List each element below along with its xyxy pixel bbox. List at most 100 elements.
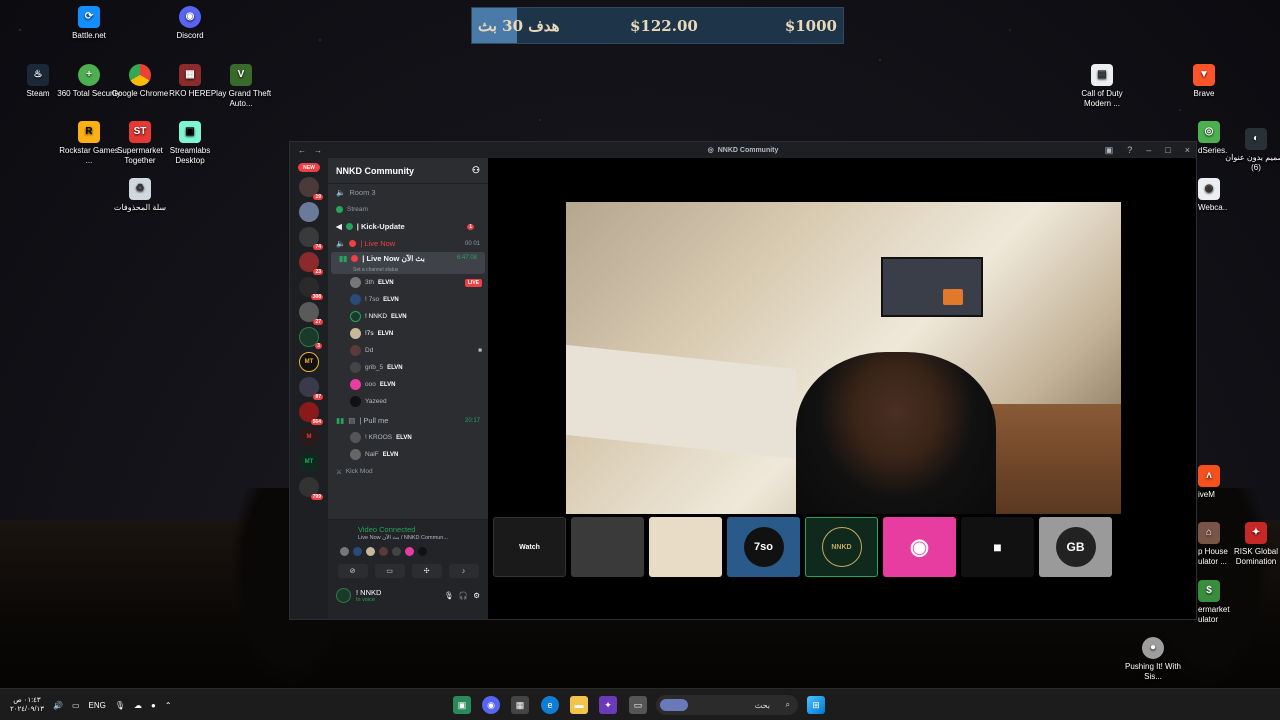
voice-user[interactable]: NaiF ELVN [328,446,488,463]
screen-share-button[interactable]: ▭ [374,564,405,578]
desktop-icon-dseries[interactable]: ◎ dSeries... [1198,121,1228,156]
microphone-icon[interactable]: 🎙 [115,701,125,710]
chevron-up-icon[interactable]: ⌃ [165,701,172,710]
participant-tile[interactable]: NNKD [805,517,878,577]
participant-tile[interactable]: GB [1039,517,1112,577]
desktop-icon-brave[interactable]: ▼ Brave [1172,64,1236,99]
minimize-icon[interactable]: – [1146,145,1151,156]
voice-user[interactable]: 3th ELVN LIVE [328,274,488,291]
soundboard-button[interactable]: ♪ [448,564,479,578]
help-icon[interactable]: ? [1127,145,1132,156]
participant-tile[interactable] [649,517,722,577]
server-icon[interactable]: 87 [299,377,323,400]
taskbar-streamlabs[interactable]: ▣ [453,696,471,714]
desktop-icon-recycle-bin[interactable]: ♻ سلة المحذوفات [108,178,172,213]
voice-user[interactable]: grib_5 ELVN [328,359,488,376]
avatar [405,547,414,556]
desktop-icon-pushing-it[interactable]: ● Pushing It! With Sis... [1121,637,1185,682]
close-icon[interactable]: × [1185,145,1190,156]
discord-icon: ◉ [909,534,930,559]
image-icon: ◐ [1245,128,1267,150]
taskbar-file-explorer[interactable]: ▬ [570,696,588,714]
forward-arrow-icon[interactable]: → [314,146,322,155]
desktop-icon-webcam[interactable]: ◉ Webca... [1198,178,1228,213]
participant-tile-watch[interactable]: Watch [493,517,566,577]
taskbar-discord[interactable]: ◉ [482,696,500,714]
channel-kick-update[interactable]: ◀ | Kick-Update 1 [328,218,488,235]
server-icon[interactable]: 799 [299,477,323,500]
network-icon[interactable]: ▭ [72,701,80,710]
channel-live-now[interactable]: 🔈 | Live Now 00 01 [328,235,488,252]
server-icon[interactable]: 564 [299,402,323,425]
voice-user[interactable]: Dd ■ [328,342,488,359]
back-arrow-icon[interactable]: ← [298,146,306,155]
taskbar-edge[interactable]: e [541,696,559,714]
speaker-icon: 🔈 [336,188,346,197]
server-icon[interactable]: 27 [299,302,323,325]
taskbar-store[interactable]: ▦ [511,696,529,714]
headphones-icon[interactable]: 🎧 [459,591,468,600]
new-badge: NEW [298,163,320,172]
camera-off-button[interactable]: ⊘ [337,564,368,578]
activities-button[interactable]: ✣ [411,564,442,578]
inbox-icon[interactable]: ▣ [1105,145,1114,156]
category-stream[interactable]: Stream [328,201,488,218]
taskbar-task-view[interactable]: ▭ [629,696,647,714]
voice-participants [328,541,488,556]
fivem-icon: ʌ [1198,465,1220,487]
voice-location[interactable]: Live Now بث الآن / NNKD Commun... [328,534,488,541]
server-icon[interactable] [299,202,319,222]
tray-app-icon[interactable]: ● [151,701,156,710]
status-dot-icon [351,254,359,262]
add-member-icon[interactable]: ⚇ [472,165,480,176]
guild-header[interactable]: NNKD Community ⚇ [328,158,488,184]
category-kick-mod[interactable]: ⚔ Kick Mod [328,463,488,480]
participant-tile[interactable]: ■ [961,517,1034,577]
desktop-icon-fivem[interactable]: ʌ iveM [1198,465,1228,500]
stream-video[interactable] [566,202,1121,514]
user-panel[interactable]: ! NNKD In voice 🎙 🎧 ⚙ [328,578,488,603]
participant-tile[interactable]: ◉ [883,517,956,577]
channel-room-3[interactable]: 🔈 Room 3 [328,184,488,201]
taskbar-search[interactable]: بحث ⌕ [656,695,798,715]
desktop-icon-cod[interactable]: ▤ Call of Duty Modern ... [1070,64,1134,109]
voice-user[interactable]: ! KROOS ELVN [328,429,488,446]
video-streamer [796,352,996,514]
desktop-icon-risk[interactable]: ✦ RISK Global Domination [1224,522,1280,567]
voice-user[interactable]: ! 7so ELVN [328,291,488,308]
clock[interactable]: ٠١:٤٣ ص ٢٠٢٤/٠٩/١٣ [10,696,44,714]
server-list: NEW 19 74 23 308 27 3 MT 87 564 M MT 799 [290,158,328,619]
language-indicator[interactable]: ENG [89,701,106,710]
participant-tile[interactable] [571,517,644,577]
voice-user[interactable]: Yazeed [328,393,488,410]
desktop-icon-supermarket-sim[interactable]: $ ermarket ulator [1198,580,1230,625]
desktop-icon-design[interactable]: ◐ تصميم بدون عنوان (6) [1224,128,1280,173]
video-tv [881,257,983,317]
volume-icon[interactable]: 🔊 [53,701,63,710]
onedrive-icon[interactable]: ☁ [134,701,142,710]
server-icon[interactable]: 74 [299,227,323,250]
server-icon[interactable]: M [299,427,319,447]
start-button[interactable]: ⊞ [807,696,825,714]
maximize-icon[interactable]: □ [1165,145,1170,156]
voice-user[interactable]: ! NNKD ELVN [328,308,488,325]
desktop-icon-discord[interactable]: ◉ Discord [158,6,222,41]
microphone-icon[interactable]: 🎙 [444,591,454,600]
server-icon[interactable]: 308 [299,277,323,300]
server-logo-icon: ◎ [707,147,714,154]
server-icon[interactable]: MT [299,452,319,472]
server-icon-nnkd[interactable]: 3 [299,327,322,349]
settings-gear-icon[interactable]: ⚙ [473,591,480,600]
channel-pull-me[interactable]: ▮▮ ▤ | Pull me 20:17 [328,412,488,429]
desktop-icon-streamlabs[interactable]: ▣ Streamlabs Desktop [158,121,222,166]
voice-user[interactable]: ooo ELVN [328,376,488,393]
voice-user[interactable]: !7s ELVN [328,325,488,342]
desktop-icon-gta[interactable]: V Play Grand Theft Auto... [209,64,273,109]
server-icon[interactable]: 19 [299,177,323,200]
server-icon[interactable]: 23 [299,252,323,275]
server-icon-mt[interactable]: MT [299,352,319,372]
channel-live-now-active[interactable]: ▮▮ | Live Now بث الآن 6:47:08 Set a chan… [331,252,485,274]
participant-tile[interactable]: 7so [727,517,800,577]
taskbar-app[interactable]: ✦ [599,696,617,714]
desktop-icon-battlenet[interactable]: ⟳ Battle.net [57,6,121,41]
